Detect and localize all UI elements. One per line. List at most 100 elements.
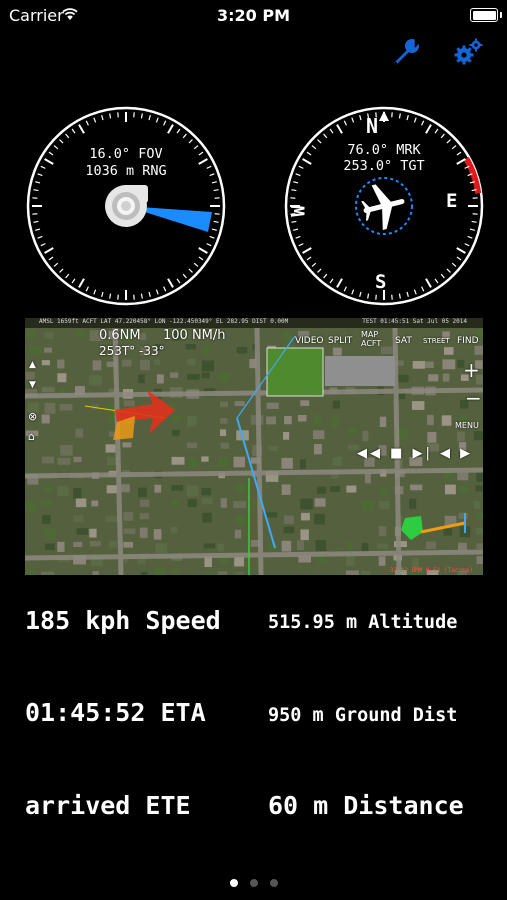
map-acft-button[interactable]: MAP ACFT xyxy=(361,330,383,348)
dial-tick xyxy=(85,286,89,292)
map-building xyxy=(204,571,217,575)
map-building xyxy=(300,512,310,521)
wrench-button[interactable] xyxy=(390,36,422,68)
dial-tick xyxy=(35,181,41,184)
map-building xyxy=(73,541,83,548)
map-building xyxy=(172,500,180,507)
dial-tick xyxy=(33,220,39,223)
zoom-out-icon[interactable]: − xyxy=(465,386,482,410)
dial-tick xyxy=(35,228,41,231)
map-building xyxy=(73,456,82,463)
map-building xyxy=(412,361,426,369)
map-building xyxy=(474,345,483,355)
camera-dial[interactable]: 16.0° FOV 1036 m RNG xyxy=(25,105,227,307)
menu-button[interactable]: MENU xyxy=(455,421,479,430)
map-building xyxy=(476,543,483,550)
map-building xyxy=(27,330,35,339)
map-building xyxy=(139,359,150,371)
dial-tick xyxy=(182,133,187,139)
gears-icon xyxy=(454,38,483,65)
map-building xyxy=(25,569,36,575)
map-building xyxy=(44,402,56,414)
dial-tick xyxy=(78,124,85,134)
video-button[interactable]: VIDEO xyxy=(295,336,324,346)
map-building xyxy=(201,487,212,496)
close-track-icon[interactable]: ⊗ xyxy=(28,410,37,423)
dial-tick xyxy=(163,286,167,292)
dial-tick xyxy=(421,120,425,126)
map-building xyxy=(92,360,102,371)
map-building xyxy=(217,456,229,466)
dial-tick xyxy=(367,293,370,299)
map-building xyxy=(185,344,197,350)
page-dot[interactable] xyxy=(250,879,258,887)
map-building xyxy=(41,387,55,393)
map-building xyxy=(284,415,292,425)
split-button[interactable]: SPLIT xyxy=(328,336,352,346)
dial-tick xyxy=(406,291,409,297)
find-button[interactable]: FIND xyxy=(457,336,479,346)
dial-tick xyxy=(148,115,151,121)
map-building xyxy=(377,543,388,549)
map-building xyxy=(25,501,37,513)
map-building xyxy=(332,456,342,466)
dial-tick xyxy=(211,181,217,184)
map-building xyxy=(283,431,290,440)
map-building xyxy=(361,500,374,512)
map-building xyxy=(364,473,371,484)
playback-controls-icon[interactable]: ◀◀ ■ ▶| ◀ ▶ xyxy=(357,446,473,461)
map-building xyxy=(123,541,134,548)
map-building xyxy=(314,498,326,507)
map-building xyxy=(476,556,483,565)
sat-button[interactable]: SAT xyxy=(395,336,412,346)
page-control[interactable] xyxy=(230,872,290,891)
map-building xyxy=(314,513,325,525)
map-building xyxy=(316,486,327,494)
map-building xyxy=(187,499,197,508)
dial-tick xyxy=(40,243,46,247)
map-building xyxy=(92,571,99,575)
map-building xyxy=(122,359,132,367)
aircraft-icon xyxy=(361,184,405,231)
dial-tick xyxy=(351,117,355,123)
pan-up-icon[interactable]: ▲ xyxy=(29,360,36,370)
zoom-in-icon[interactable]: + xyxy=(463,358,480,382)
dial-tick xyxy=(211,228,217,231)
page-dot[interactable] xyxy=(230,879,238,887)
dial-tick xyxy=(188,268,193,273)
map-building xyxy=(396,374,409,383)
map-building xyxy=(411,401,425,410)
map-building xyxy=(44,332,54,340)
map-building xyxy=(217,543,224,552)
map-angles: 253T° -33° xyxy=(99,344,165,358)
map-building xyxy=(172,568,179,575)
map-building xyxy=(315,540,327,552)
map-building xyxy=(202,345,209,356)
map-building xyxy=(378,526,387,537)
map-building xyxy=(458,512,468,520)
map-view[interactable]: AMSL 1659ft ACFT LAT 47.220458° LON -122… xyxy=(25,318,483,575)
settings-button[interactable] xyxy=(452,36,484,68)
page-dot[interactable] xyxy=(270,879,278,887)
map-building xyxy=(475,527,483,535)
compass-dial[interactable]: N E S W 76.0° MRK 253.0° TGT xyxy=(283,105,485,307)
dial-tick xyxy=(37,235,43,239)
dial-tick xyxy=(167,278,174,288)
dial-tick xyxy=(78,278,85,288)
dial-tick xyxy=(93,289,97,295)
map-building xyxy=(362,430,369,442)
dial-tick xyxy=(176,128,181,134)
target-lock-icon[interactable]: ⌂ xyxy=(28,430,35,443)
map-building xyxy=(156,374,164,384)
map-building xyxy=(379,501,390,510)
street-button[interactable]: STREET xyxy=(423,337,450,345)
map-building xyxy=(28,345,42,355)
pan-down-icon[interactable]: ▼ xyxy=(29,380,36,390)
map-building xyxy=(442,359,456,370)
map-building xyxy=(425,361,434,369)
map-building xyxy=(42,456,54,464)
map-building xyxy=(75,498,87,508)
map-building xyxy=(202,512,212,523)
map-building xyxy=(233,456,246,468)
dial-tick xyxy=(101,115,104,121)
